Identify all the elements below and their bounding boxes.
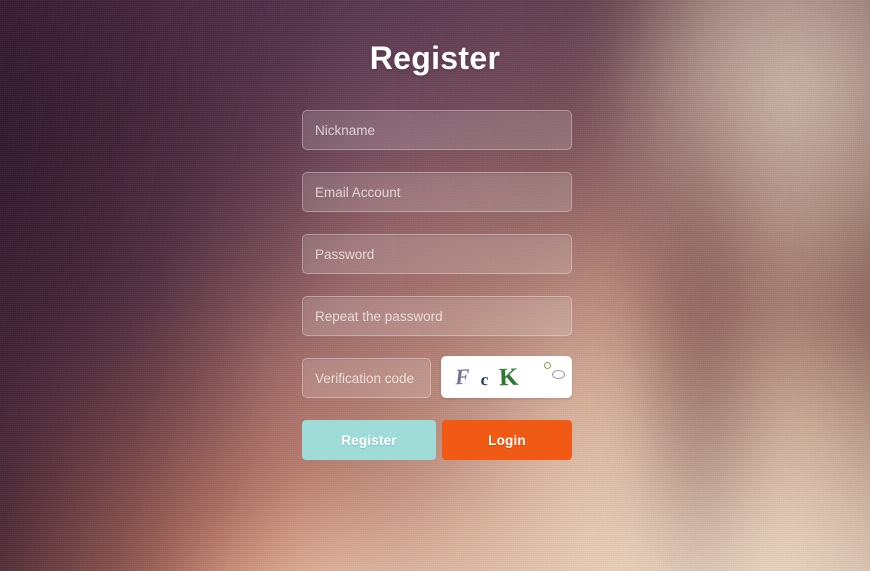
repeat-password-input[interactable] bbox=[302, 296, 572, 336]
register-page: Register F c K Register Login bbox=[0, 0, 870, 571]
nickname-input[interactable] bbox=[302, 110, 572, 150]
captcha-ellipse-icon bbox=[552, 370, 565, 379]
login-button[interactable]: Login bbox=[442, 420, 572, 460]
captcha-char-2: c bbox=[479, 369, 489, 389]
register-button[interactable]: Register bbox=[302, 420, 436, 460]
captcha-circle-icon bbox=[544, 362, 551, 369]
captcha-image[interactable]: F c K bbox=[441, 356, 572, 398]
captcha-char-1: F bbox=[454, 363, 471, 390]
verification-code-input[interactable] bbox=[302, 358, 431, 398]
register-form: Register F c K Register Login bbox=[0, 0, 870, 571]
password-input[interactable] bbox=[302, 234, 572, 274]
page-title: Register bbox=[369, 40, 501, 76]
email-input[interactable] bbox=[302, 172, 572, 212]
captcha-char-3: K bbox=[498, 363, 520, 391]
